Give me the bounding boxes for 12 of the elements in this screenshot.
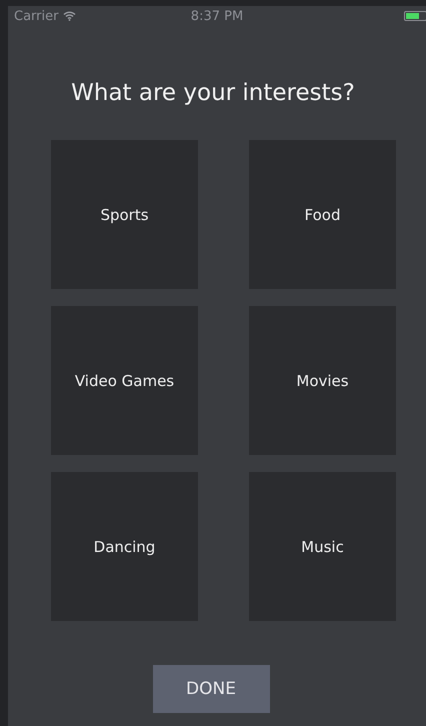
interest-tile[interactable]: Food xyxy=(249,140,396,289)
status-time: 8:37 PM xyxy=(190,8,244,24)
interest-tile[interactable]: Sports xyxy=(51,140,198,289)
carrier-label: Carrier xyxy=(14,8,58,24)
battery-icon xyxy=(404,11,426,21)
interest-tile[interactable]: Dancing xyxy=(51,472,198,621)
page-title: What are your interests? xyxy=(70,80,356,106)
interest-tile[interactable]: Video Games xyxy=(51,306,198,455)
interest-tile[interactable]: Movies xyxy=(249,306,396,455)
interest-tile[interactable]: Music xyxy=(249,472,396,621)
wifi-icon xyxy=(63,11,76,21)
done-button[interactable]: DONE xyxy=(152,665,270,713)
